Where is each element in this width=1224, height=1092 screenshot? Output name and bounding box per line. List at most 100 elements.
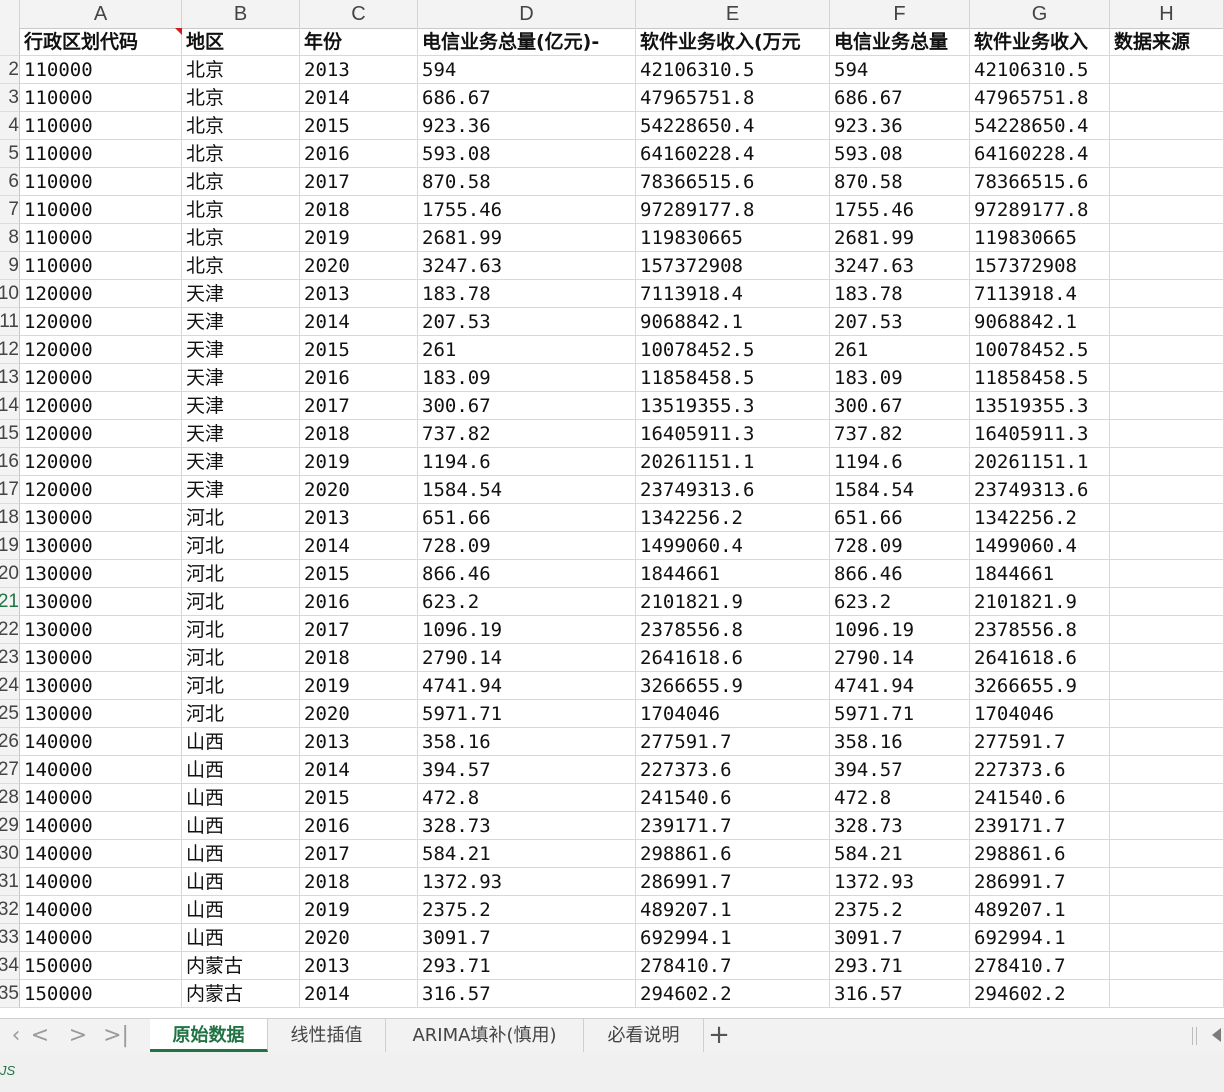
table-cell[interactable]: 2014 — [300, 980, 418, 1008]
table-cell[interactable]: 78366515.6 — [636, 168, 830, 196]
table-cell[interactable]: 2017 — [300, 616, 418, 644]
table-cell[interactable]: 2681.99 — [418, 224, 636, 252]
table-cell[interactable] — [1110, 504, 1224, 532]
table-cell[interactable]: 130000 — [20, 672, 182, 700]
table-cell[interactable]: 北京 — [182, 224, 300, 252]
column-header-d[interactable]: D — [418, 0, 636, 28]
table-cell[interactable]: 3266655.9 — [636, 672, 830, 700]
table-cell[interactable] — [1110, 644, 1224, 672]
table-cell[interactable]: 120000 — [20, 392, 182, 420]
table-cell[interactable]: 140000 — [20, 840, 182, 868]
table-cell[interactable]: 110000 — [20, 56, 182, 84]
column-header-b[interactable]: B — [182, 0, 300, 28]
table-cell[interactable]: 1194.6 — [830, 448, 970, 476]
table-cell[interactable]: 140000 — [20, 728, 182, 756]
table-cell[interactable]: 120000 — [20, 476, 182, 504]
table-cell[interactable]: 316.57 — [418, 980, 636, 1008]
table-cell[interactable]: 737.82 — [418, 420, 636, 448]
table-cell[interactable]: 286991.7 — [636, 868, 830, 896]
table-cell[interactable]: 11858458.5 — [636, 364, 830, 392]
table-cell[interactable] — [1110, 868, 1224, 896]
table-cell[interactable]: 1844661 — [636, 560, 830, 588]
table-cell[interactable]: 120000 — [20, 420, 182, 448]
table-cell[interactable]: 1704046 — [636, 700, 830, 728]
table-cell[interactable]: 183.78 — [830, 280, 970, 308]
table-cell[interactable]: 207.53 — [418, 308, 636, 336]
table-cell[interactable] — [1110, 364, 1224, 392]
table-cell[interactable]: 天津 — [182, 420, 300, 448]
table-cell[interactable]: 2019 — [300, 896, 418, 924]
table-cell[interactable]: 120000 — [20, 364, 182, 392]
tab-nav-last-icon[interactable]: >| — [100, 1019, 132, 1053]
table-cell[interactable]: 河北 — [182, 532, 300, 560]
table-cell[interactable]: 54228650.4 — [970, 112, 1110, 140]
table-cell[interactable]: 328.73 — [418, 812, 636, 840]
sheet-tab[interactable]: ARIMA填补(慎用) — [386, 1019, 584, 1052]
table-cell[interactable]: 623.2 — [830, 588, 970, 616]
table-cell[interactable]: 298861.6 — [970, 840, 1110, 868]
table-cell[interactable] — [1110, 700, 1224, 728]
table-cell[interactable]: 64160228.4 — [636, 140, 830, 168]
table-cell[interactable] — [1110, 728, 1224, 756]
table-cell[interactable]: 686.67 — [418, 84, 636, 112]
table-cell[interactable] — [1110, 308, 1224, 336]
column-header-f[interactable]: F — [830, 0, 970, 28]
table-cell[interactable]: 120000 — [20, 308, 182, 336]
table-cell[interactable]: 河北 — [182, 644, 300, 672]
table-cell[interactable]: 623.2 — [418, 588, 636, 616]
table-cell[interactable]: 山西 — [182, 784, 300, 812]
table-cell[interactable]: 584.21 — [418, 840, 636, 868]
table-cell[interactable] — [1110, 952, 1224, 980]
table-cell[interactable]: 278410.7 — [970, 952, 1110, 980]
table-cell[interactable]: 207.53 — [830, 308, 970, 336]
table-cell[interactable]: 2016 — [300, 812, 418, 840]
table-cell[interactable]: 140000 — [20, 868, 182, 896]
table-cell[interactable]: 692994.1 — [970, 924, 1110, 952]
table-cell[interactable]: 13519355.3 — [970, 392, 1110, 420]
table-cell[interactable]: 140000 — [20, 924, 182, 952]
table-cell[interactable]: 227373.6 — [636, 756, 830, 784]
table-cell[interactable]: 4741.94 — [418, 672, 636, 700]
table-cell[interactable]: 2018 — [300, 196, 418, 224]
table-cell[interactable]: 47965751.8 — [636, 84, 830, 112]
table-cell[interactable]: 286991.7 — [970, 868, 1110, 896]
table-cell[interactable]: 866.46 — [418, 560, 636, 588]
table-cell[interactable]: 2020 — [300, 476, 418, 504]
table-cell[interactable] — [1110, 756, 1224, 784]
sheet-tab[interactable]: 原始数据 — [150, 1019, 268, 1052]
table-cell[interactable]: 天津 — [182, 448, 300, 476]
table-cell[interactable]: 316.57 — [830, 980, 970, 1008]
spreadsheet-area[interactable]: ABCDEFGH 2345678910111213141516171819202… — [0, 0, 1224, 1018]
table-cell[interactable] — [1110, 616, 1224, 644]
table-cell[interactable]: 593.08 — [418, 140, 636, 168]
table-cell[interactable]: 119830665 — [636, 224, 830, 252]
table-cell[interactable] — [1110, 476, 1224, 504]
table-cell[interactable]: 山西 — [182, 868, 300, 896]
table-cell[interactable]: 1372.93 — [830, 868, 970, 896]
table-cell[interactable]: 110000 — [20, 140, 182, 168]
table-cell[interactable]: 110000 — [20, 84, 182, 112]
column-header-a[interactable]: A — [20, 0, 182, 28]
table-cell[interactable]: 239171.7 — [636, 812, 830, 840]
table-cell[interactable]: 2014 — [300, 756, 418, 784]
table-cell[interactable]: 天津 — [182, 280, 300, 308]
table-cell[interactable]: 1194.6 — [418, 448, 636, 476]
table-cell[interactable]: 97289177.8 — [970, 196, 1110, 224]
table-cell[interactable]: 140000 — [20, 812, 182, 840]
table-cell[interactable] — [1110, 112, 1224, 140]
table-cell[interactable]: 489207.1 — [636, 896, 830, 924]
table-cell[interactable]: 120000 — [20, 336, 182, 364]
table-cell[interactable]: 594 — [830, 56, 970, 84]
table-cell[interactable]: 2013 — [300, 504, 418, 532]
table-cell[interactable]: 2017 — [300, 840, 418, 868]
table-cell[interactable]: 293.71 — [418, 952, 636, 980]
table-cell[interactable]: 728.09 — [418, 532, 636, 560]
table-cell[interactable]: 7113918.4 — [970, 280, 1110, 308]
table-cell[interactable]: 183.09 — [830, 364, 970, 392]
table-cell[interactable]: 2018 — [300, 644, 418, 672]
table-cell[interactable]: 2681.99 — [830, 224, 970, 252]
table-cell[interactable]: 河北 — [182, 672, 300, 700]
table-cell[interactable]: 2016 — [300, 140, 418, 168]
table-cell[interactable]: 2020 — [300, 700, 418, 728]
table-cell[interactable]: 1499060.4 — [970, 532, 1110, 560]
